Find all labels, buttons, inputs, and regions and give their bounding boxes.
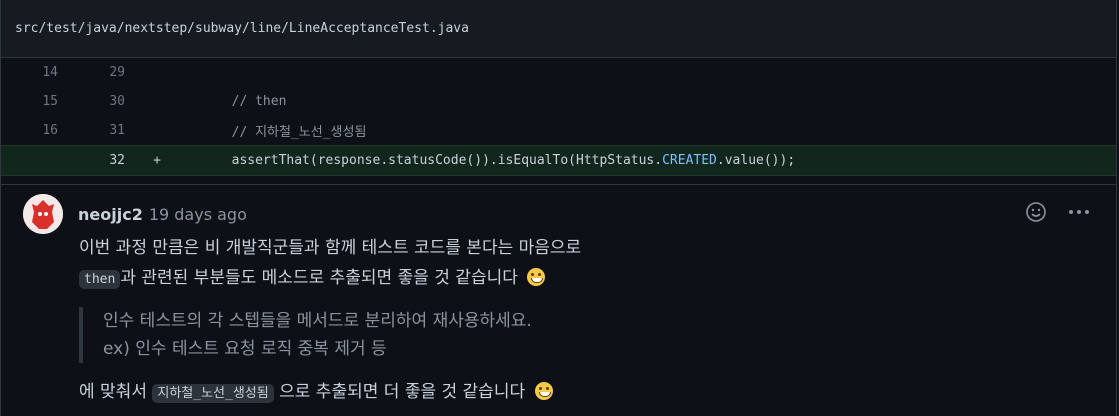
kebab-icon[interactable] <box>1067 201 1091 228</box>
comment-author[interactable]: neojjc2 <box>78 205 143 224</box>
blockquote: 인수 테스트의 각 스텝들을 메서드로 분리하여 재사용하세요. ex) 인수 … <box>79 307 1116 363</box>
diff-comment-panel: src/test/java/nextstep/subway/line/LineA… <box>0 0 1117 416</box>
diff-line-added: 32 + assertThat(response.statusCode()).i… <box>1 145 1116 176</box>
inline-code: 지하철_노선_생성됨 <box>152 384 274 403</box>
file-path-header[interactable]: src/test/java/nextstep/subway/line/LineA… <box>1 0 1116 58</box>
diff-code: 14 29 15 30 // then 16 31 // 지하철_노선_생성됨 … <box>1 58 1116 176</box>
diff-line: 16 31 // 지하철_노선_생성됨 <box>1 116 1116 145</box>
comment-text: 과 관련된 부분들도 메소드로 추출되면 좋을 것 같습니다 <box>120 268 518 288</box>
diff-add-marker: + <box>153 153 161 168</box>
diff-line: 14 29 <box>1 58 1116 87</box>
old-line-number[interactable]: 14 <box>1 65 58 80</box>
comment-timestamp[interactable]: 19 days ago <box>149 205 247 224</box>
comment-text: 에 맞춰서 <box>79 382 147 402</box>
new-line-number[interactable]: 32 <box>58 153 125 168</box>
comment-body: 이번 과정 만큼은 비 개발직군들과 함께 테스트 코드를 본다는 마음으로 t… <box>1 233 1116 409</box>
quote-line: ex) 인수 테스트 요청 로직 중복 제거 등 <box>103 339 387 359</box>
comment-actions <box>1025 201 1091 228</box>
quote-line: 인수 테스트의 각 스텝들을 메서드로 분리하여 재사용하세요. <box>103 311 532 331</box>
code-segment: assertThat(response.statusCode()).isEqua… <box>169 153 663 168</box>
grinning-face-emoji <box>534 382 553 400</box>
diff-line: 15 30 // then <box>1 87 1116 116</box>
comment-header: neojjc2 19 days ago <box>1 194 1116 234</box>
avatar[interactable] <box>23 194 63 234</box>
comment-text: 이번 과정 만큼은 비 개발직군들과 함께 테스트 코드를 본다는 마음으로 <box>79 238 582 258</box>
new-line-number[interactable]: 31 <box>58 123 125 138</box>
comment-text: 으로 추출되면 더 좋을 것 같습니다 <box>279 382 526 402</box>
comment-line: 이번 과정 만큼은 비 개발직군들과 함께 테스트 코드를 본다는 마음으로 <box>79 233 1116 263</box>
inline-code: then <box>79 270 121 289</box>
file-path[interactable]: src/test/java/nextstep/subway/line/LineA… <box>15 21 469 36</box>
comment-line: 에 맞춰서 지하철_노선_생성됨 으로 추출되면 더 좋을 것 같습니다 <box>79 377 1116 409</box>
code-segment: .value()); <box>716 153 796 168</box>
code-constant: CREATED <box>662 153 717 168</box>
new-line-number[interactable]: 30 <box>58 94 125 109</box>
new-line-number[interactable]: 29 <box>58 65 125 80</box>
old-line-number[interactable]: 15 <box>1 94 58 109</box>
code-text: // 지하철_노선_생성됨 <box>169 125 367 140</box>
code-text: assertThat(response.statusCode()).isEqua… <box>169 153 796 168</box>
comment-line: then 과 관련된 부분들도 메소드로 추출되면 좋을 것 같습니다 <box>79 263 1116 295</box>
code-text: // then <box>169 94 287 109</box>
smiley-icon[interactable] <box>1025 201 1047 228</box>
grinning-face-emoji <box>527 268 546 286</box>
avatar-image <box>23 194 63 234</box>
old-line-number[interactable]: 16 <box>1 123 58 138</box>
review-comment: neojjc2 19 days ago 이번 과정 만큼은 비 개발직군들과 함… <box>1 184 1116 409</box>
